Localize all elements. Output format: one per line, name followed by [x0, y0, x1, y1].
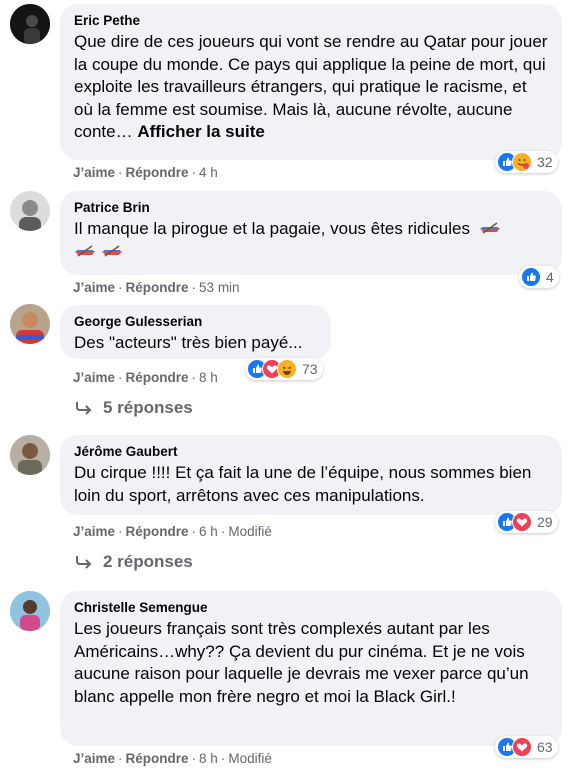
reply-button[interactable]: Répondre — [126, 751, 189, 766]
reaction-summary[interactable]: 4 — [519, 266, 559, 288]
reaction-count: 63 — [537, 739, 553, 755]
avatar[interactable] — [10, 304, 50, 344]
avatar-photo-icon — [10, 191, 50, 231]
avatar-photo-icon — [10, 304, 50, 344]
like-reaction-icon — [521, 267, 541, 287]
comment-actions: J’aime · Répondre · 6 h · Modifié — [73, 524, 272, 539]
comment-text: Des "acteurs" très bien payé... — [74, 333, 303, 352]
comment-bubble: Patrice Brin Il manque la pirogue et la … — [60, 191, 562, 275]
comment-actions: J’aime · Répondre · 4 h — [73, 165, 218, 180]
view-replies-link[interactable]: 2 réponses — [75, 552, 193, 572]
love-reaction-icon — [512, 737, 532, 757]
reaction-summary[interactable]: 29 — [495, 511, 558, 533]
comment-actions: J’aime · Répondre · 8 h · Modifié — [73, 751, 272, 766]
view-replies-link[interactable]: 5 réponses — [75, 398, 193, 418]
timestamp[interactable]: 8 h — [199, 751, 218, 766]
canoe-emoji-icon — [75, 244, 95, 257]
reply-button[interactable]: Répondre — [126, 280, 189, 295]
reaction-summary[interactable]: 73 — [245, 358, 323, 380]
comment-text: Il manque la pirogue et la pagaie, vous … — [74, 218, 550, 263]
reaction-count: 4 — [546, 269, 554, 285]
edited-label[interactable]: Modifié — [228, 524, 272, 539]
avatar[interactable] — [10, 591, 50, 631]
comment-author[interactable]: Eric Pethe — [74, 12, 550, 30]
comment-text: Du cirque !!!! Et ça fait la une de l’éq… — [74, 463, 532, 505]
like-button[interactable]: J’aime — [73, 751, 115, 766]
like-button[interactable]: J’aime — [73, 524, 115, 539]
reaction-summary[interactable]: 63 — [495, 736, 558, 758]
reply-button[interactable]: Répondre — [126, 524, 189, 539]
reaction-count: 32 — [537, 154, 553, 170]
comment-actions: J’aime · Répondre · 53 min — [73, 280, 240, 295]
reaction-count: 29 — [537, 514, 553, 530]
edited-label[interactable]: Modifié — [228, 751, 272, 766]
comment-actions: J’aime · Répondre · 8 h — [73, 370, 218, 385]
comment-bubble: George Gulesserian Des "acteurs" très bi… — [60, 305, 331, 359]
avatar-photo-icon — [10, 435, 50, 475]
love-reaction-icon — [512, 512, 532, 532]
timestamp[interactable]: 4 h — [199, 165, 218, 180]
care-reaction-icon — [512, 152, 532, 172]
like-button[interactable]: J’aime — [73, 165, 115, 180]
reply-button[interactable]: Répondre — [126, 165, 189, 180]
comment-author[interactable]: George Gulesserian — [74, 313, 319, 331]
like-button[interactable]: J’aime — [73, 280, 115, 295]
comment-text: Que dire de ces joueurs qui vont se rend… — [74, 32, 548, 141]
comment-author[interactable]: Jérôme Gaubert — [74, 443, 550, 461]
reaction-summary[interactable]: 32 — [495, 151, 558, 173]
reply-button[interactable]: Répondre — [126, 370, 189, 385]
comment-bubble: Christelle Semengue Les joueurs français… — [60, 591, 562, 746]
timestamp[interactable]: 8 h — [199, 370, 218, 385]
comment-bubble: Jérôme Gaubert Du cirque !!!! Et ça fait… — [60, 435, 562, 515]
canoe-emoji-icon — [479, 222, 500, 234]
canoe-emoji-icon — [101, 244, 122, 257]
reply-arrow-icon — [76, 402, 92, 415]
reply-arrow-icon — [76, 556, 92, 569]
comment-bubble: Eric Pethe Que dire de ces joueurs qui v… — [60, 4, 562, 160]
avatar-photo-icon — [10, 591, 50, 631]
avatar-photo-icon — [10, 4, 50, 44]
like-button[interactable]: J’aime — [73, 370, 115, 385]
comment-text: Les joueurs français sont très complexés… — [74, 619, 529, 706]
replies-count: 2 réponses — [103, 552, 193, 571]
avatar[interactable] — [10, 4, 50, 44]
haha-reaction-icon — [277, 359, 297, 379]
timestamp[interactable]: 53 min — [199, 280, 240, 295]
avatar[interactable] — [10, 435, 50, 475]
reaction-count: 73 — [302, 361, 318, 377]
timestamp[interactable]: 6 h — [199, 524, 218, 539]
see-more-link[interactable]: Afficher la suite — [137, 122, 265, 141]
comment-author[interactable]: Christelle Semengue — [74, 599, 550, 617]
comment-author[interactable]: Patrice Brin — [74, 199, 550, 217]
avatar[interactable] — [10, 191, 50, 231]
replies-count: 5 réponses — [103, 398, 193, 417]
